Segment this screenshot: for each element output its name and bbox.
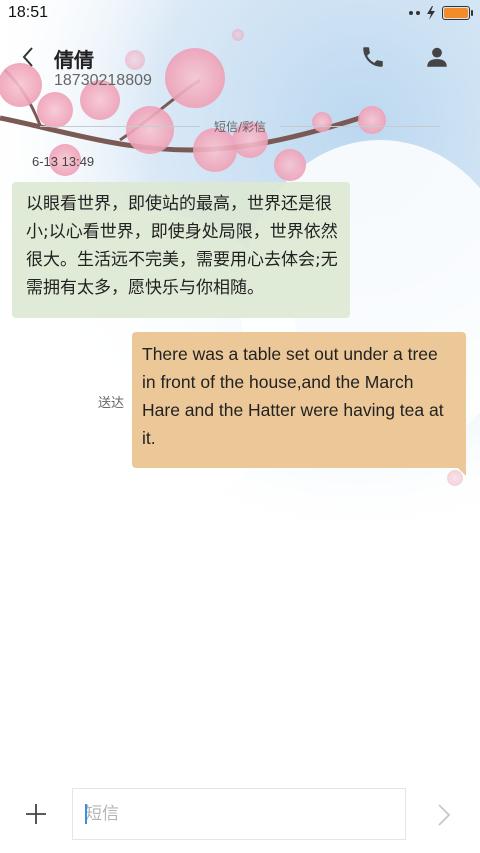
divider-line-right [280,126,440,127]
message-input[interactable] [72,788,406,840]
charging-icon [427,6,435,20]
conversation-header: 倩倩 18730218809 [0,36,480,96]
contact-name: 倩倩 [54,48,94,72]
status-bar: 18:51 [0,0,480,28]
composer-bar [0,776,480,853]
incoming-message-bubble[interactable]: 以眼看世界，即使站的最高，世界还是很小;以心看世界，即使身处局限，世界依然很大。… [12,182,350,318]
plus-icon[interactable] [24,802,48,826]
status-icons [409,6,473,20]
bubble-tail [456,466,466,476]
outgoing-message-text: There was a table set out under a tree i… [142,344,444,448]
phone-icon[interactable] [360,44,386,70]
text-caret [85,804,87,824]
battery-icon [442,6,473,20]
battery-level [444,8,468,18]
contact-phone-number: 18730218809 [54,72,152,89]
person-icon[interactable] [424,44,450,70]
outgoing-message-bubble[interactable]: There was a table set out under a tree i… [132,332,466,476]
notification-dots-icon [409,11,420,15]
incoming-message-text: 以眼看世界，即使站的最高，世界还是很小;以心看世界，即使身处局限，世界依然很大。… [26,194,338,298]
delivery-status: 送达 [98,396,125,411]
back-button[interactable] [14,42,44,72]
send-button[interactable] [432,802,456,828]
status-time: 18:51 [8,4,49,21]
message-timestamp: 6-13 13:49 [32,154,95,169]
